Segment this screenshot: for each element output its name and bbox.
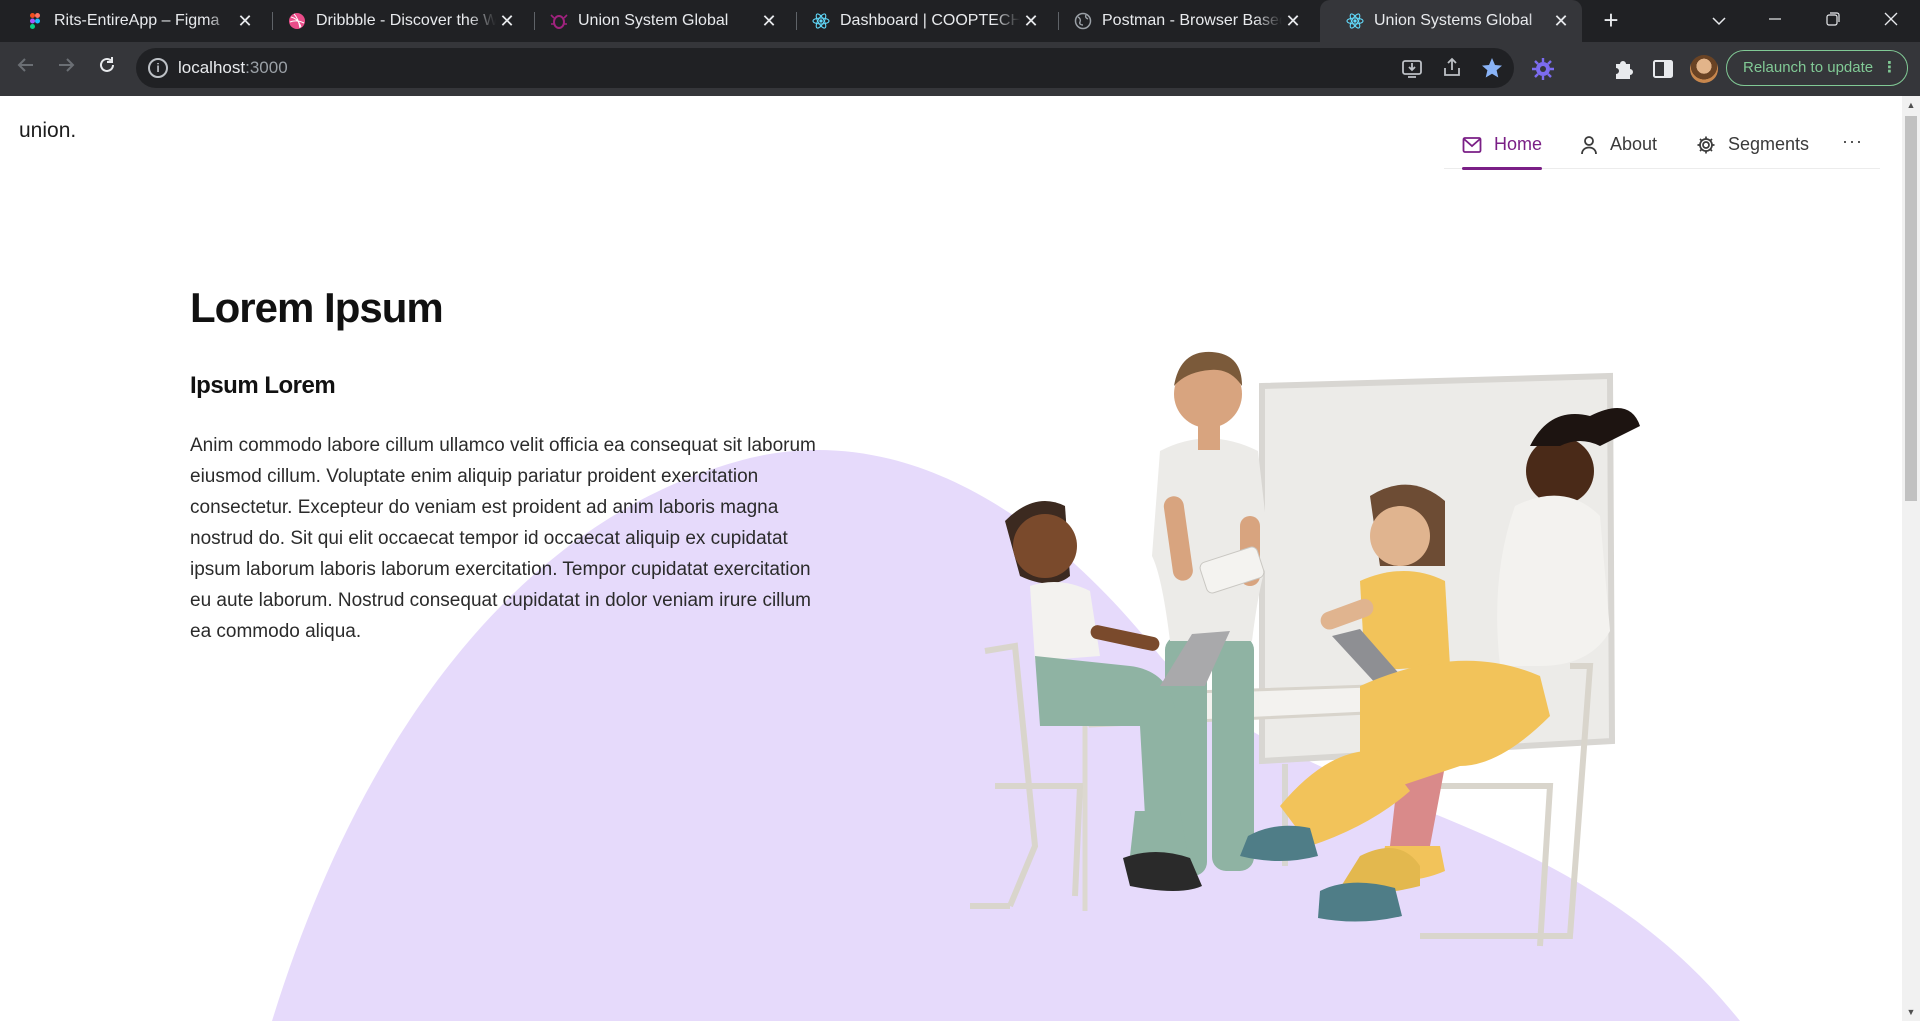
restore-button[interactable] (1810, 4, 1856, 36)
nav-item-about[interactable]: About (1580, 120, 1657, 169)
back-button[interactable] (10, 53, 42, 85)
more-vert-icon: ⋮ (1882, 59, 1897, 76)
scrollbar-thumb[interactable] (1905, 116, 1917, 501)
react-icon (812, 13, 830, 29)
extension-gear-icon[interactable] (1530, 56, 1556, 82)
browser-tab[interactable]: Dashboard | COOPTECH ✕ (786, 0, 1052, 42)
install-app-icon[interactable] (1400, 56, 1424, 80)
bookmark-star-icon[interactable] (1480, 56, 1504, 80)
browser-tab-active[interactable]: Union Systems Global ✕ (1320, 0, 1582, 42)
close-tab-icon[interactable]: ✕ (496, 10, 518, 32)
url-text[interactable]: localhost:3000 (178, 58, 288, 78)
nav-label: About (1610, 134, 1658, 154)
nav-label: Home (1494, 134, 1543, 154)
browser-tab[interactable]: Dribbble - Discover the World's ✕ (262, 0, 528, 42)
tab-title: Dribbble - Discover the World's (316, 12, 496, 29)
browser-tab[interactable]: Postman - Browser Based API ✕ (1048, 0, 1314, 42)
page-viewport: union. Home About Segments ··· Lorem Ips… (0, 96, 1920, 1021)
tab-title: Dashboard | COOPTECH (840, 12, 1020, 29)
side-panel-icon[interactable] (1650, 56, 1676, 82)
page-scrollbar[interactable]: ▲ ▼ (1902, 96, 1920, 1021)
scroll-up-arrow-icon[interactable]: ▲ (1906, 100, 1916, 110)
figma-icon (30, 13, 40, 29)
share-icon[interactable] (1440, 56, 1464, 80)
tab-search-chevron-icon[interactable] (1696, 4, 1742, 36)
browser-tab-strip: Rits-EntireApp – Figma ✕ Dribbble - Disc… (0, 0, 1920, 42)
new-tab-button[interactable]: + (1598, 7, 1624, 34)
tab-title: Union Systems Global (1374, 12, 1533, 29)
hero-subtitle: Ipsum Lorem (190, 372, 336, 399)
nav-more-button[interactable]: ··· (1842, 120, 1863, 169)
close-tab-icon[interactable]: ✕ (234, 10, 256, 32)
tab-title: Union System Global (578, 12, 729, 29)
close-window-button[interactable] (1868, 4, 1914, 36)
browser-tab[interactable]: Union System Global ✕ (524, 0, 790, 42)
tab-title: Postman - Browser Based API (1102, 12, 1282, 29)
browser-toolbar: i localhost:3000 Relaunch to update ⋮ (0, 42, 1920, 96)
mail-icon (1462, 136, 1482, 153)
close-tab-icon[interactable]: ✕ (1282, 10, 1304, 32)
close-tab-icon[interactable]: ✕ (1020, 10, 1042, 32)
forward-button[interactable] (50, 53, 82, 85)
site-info-icon[interactable]: i (148, 58, 168, 78)
nav-item-home[interactable]: Home (1462, 120, 1543, 170)
globe-icon (1074, 12, 1092, 30)
nav-item-segments[interactable]: Segments (1696, 120, 1809, 169)
tab-title: Rits-EntireApp – Figma (54, 12, 220, 29)
dribbble-icon (289, 13, 305, 29)
hero-body-text: Anim commodo labore cillum ullamco velit… (190, 435, 816, 642)
react-icon (1346, 13, 1364, 29)
hero-title: Lorem Ipsum (190, 284, 444, 331)
bug-icon (550, 14, 568, 29)
minimize-button[interactable] (1752, 4, 1798, 36)
extensions-puzzle-icon[interactable] (1610, 56, 1636, 82)
close-tab-icon[interactable]: ✕ (1550, 10, 1572, 32)
main-nav: Home About Segments ··· (1444, 120, 1880, 170)
gear-icon (1697, 136, 1715, 153)
address-bar[interactable]: i localhost:3000 (136, 48, 1514, 88)
scroll-down-arrow-icon[interactable]: ▼ (1906, 1007, 1916, 1017)
relaunch-to-update-button[interactable]: Relaunch to update ⋮ (1726, 50, 1908, 86)
profile-avatar[interactable] (1690, 55, 1718, 83)
nav-label: Segments (1728, 134, 1810, 154)
site-logo[interactable]: union. (19, 119, 76, 143)
reload-button[interactable] (91, 53, 123, 85)
user-icon (1581, 135, 1597, 154)
close-tab-icon[interactable]: ✕ (758, 10, 780, 32)
browser-tab[interactable]: Rits-EntireApp – Figma ✕ (0, 0, 266, 42)
team-meeting-illustration (970, 351, 1640, 947)
